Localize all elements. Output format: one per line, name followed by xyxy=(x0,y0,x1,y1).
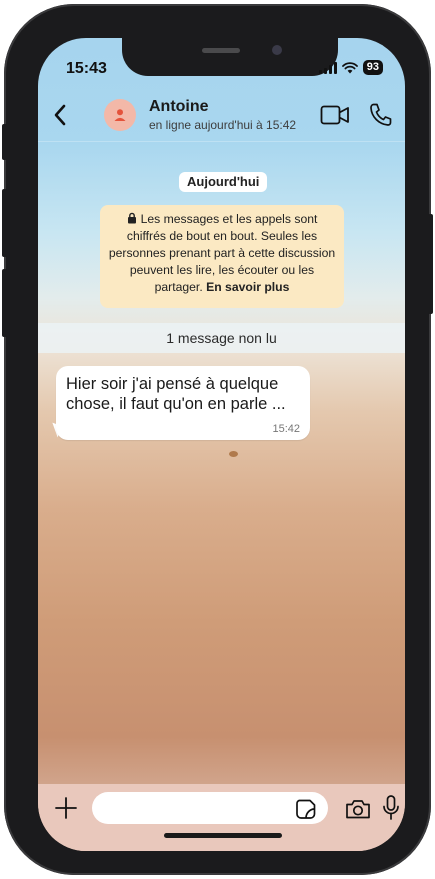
contact-name[interactable]: Antoine xyxy=(149,98,209,116)
notch xyxy=(122,38,338,76)
contact-avatar[interactable] xyxy=(104,99,136,131)
unread-banner: 1 message non lu xyxy=(38,323,405,353)
front-camera xyxy=(272,45,282,55)
home-indicator[interactable] xyxy=(164,833,282,838)
status-time: 15:43 xyxy=(66,60,107,77)
plus-icon[interactable] xyxy=(54,796,78,820)
mute-switch xyxy=(2,124,7,160)
earpiece-speaker xyxy=(202,48,240,53)
video-camera-icon[interactable] xyxy=(320,104,350,126)
wifi-icon xyxy=(341,61,358,73)
phone-frame: 15:43 93 Antoine en ligne aujourd'hui à … xyxy=(2,4,433,875)
header-divider xyxy=(38,141,405,142)
power-button xyxy=(428,214,433,314)
microphone-icon[interactable] xyxy=(382,794,400,822)
wallpaper-shell xyxy=(229,451,238,457)
date-chip: Aujourd'hui xyxy=(179,172,268,192)
battery-indicator: 93 xyxy=(362,60,383,75)
sticker-icon[interactable] xyxy=(295,798,317,820)
screen: 15:43 93 Antoine en ligne aujourd'hui à … xyxy=(38,38,405,851)
message-text: Hier soir j'ai pensé à quelque chose, il… xyxy=(66,375,286,413)
person-icon xyxy=(114,109,126,121)
back-button[interactable] xyxy=(48,100,72,130)
lock-icon xyxy=(127,212,136,224)
volume-up-button xyxy=(2,189,7,257)
camera-icon[interactable] xyxy=(345,798,371,820)
composer-bar xyxy=(38,784,405,851)
message-time: 15:42 xyxy=(272,423,300,435)
chat-header: Antoine en ligne aujourd'hui à 15:42 xyxy=(38,90,405,140)
message-input[interactable] xyxy=(92,792,328,824)
volume-down-button xyxy=(2,269,7,337)
status-indicators: 93 xyxy=(318,60,383,75)
learn-more-link[interactable]: En savoir plus xyxy=(206,280,289,294)
message-bubble[interactable]: Hier soir j'ai pensé à quelque chose, il… xyxy=(56,366,310,440)
encryption-notice[interactable]: Les messages et les appels sont chiffrés… xyxy=(100,205,344,308)
signal-icon xyxy=(318,61,337,74)
phone-icon[interactable] xyxy=(368,102,392,128)
contact-status: en ligne aujourd'hui à 15:42 xyxy=(149,118,297,132)
